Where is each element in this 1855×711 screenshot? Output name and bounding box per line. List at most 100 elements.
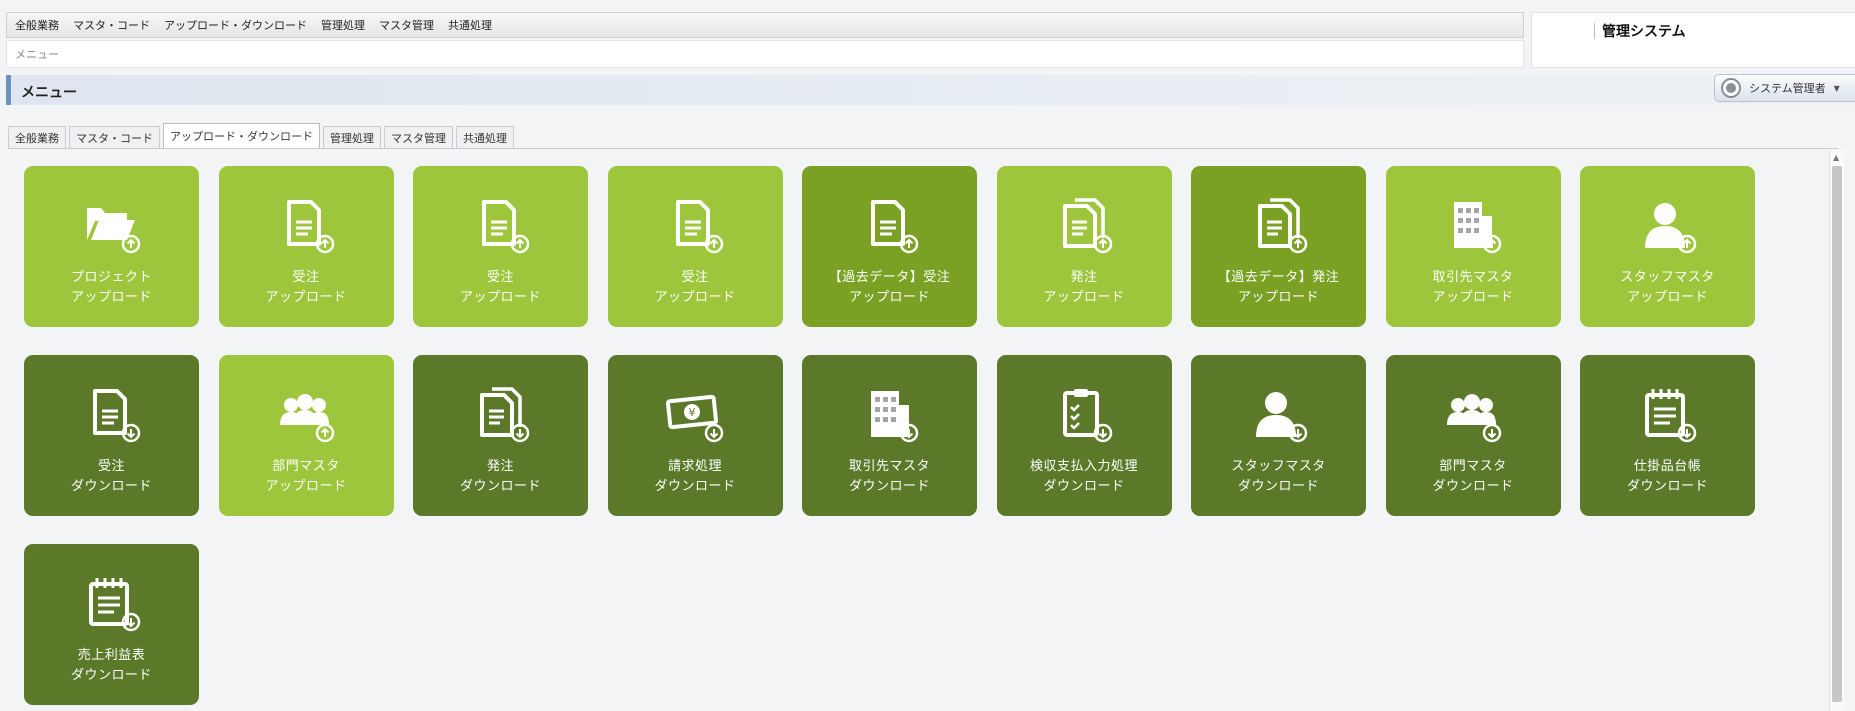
- tab-master-code[interactable]: マスタ・コード: [69, 126, 160, 148]
- svg-text:¥: ¥: [689, 406, 696, 419]
- tile-label-line1: 部門マスタ: [272, 459, 340, 474]
- tile-label: 取引先マスタ アップロード: [1386, 268, 1561, 308]
- menu-tile[interactable]: 取引先マスタ アップロード: [1385, 166, 1561, 327]
- group-upload-icon: [280, 394, 335, 443]
- tile-label: 請求処理ダウンロード: [608, 457, 783, 497]
- menu-tile[interactable]: 部門マスタ アップロード: [218, 355, 394, 516]
- tile-label-line1: 受注: [681, 270, 709, 285]
- menu-tile[interactable]: 発注 ダウンロード: [413, 355, 588, 516]
- user-name: システム管理者: [1749, 82, 1826, 95]
- menu-tile[interactable]: スタッフマスタ アップロード: [1580, 166, 1755, 327]
- menu-tile[interactable]: 受注 ダウンロード: [24, 355, 199, 516]
- tab-strip: 全般業務 マスタ・コード アップロード・ダウンロード 管理処理 マスタ管理 共通…: [8, 123, 514, 148]
- money-download-icon: ¥: [665, 394, 724, 443]
- tile-label-line2: ダウンロード: [1432, 479, 1514, 494]
- tile-label: スタッフマスタ アップロード: [1580, 268, 1755, 308]
- top-menu-general[interactable]: 全般業務: [15, 17, 59, 33]
- tile-label-line2: アップロード: [654, 290, 736, 305]
- tile-label-line2: アップロード: [70, 290, 152, 305]
- menu-tile[interactable]: スタッフマスタ ダウンロード: [1191, 355, 1366, 516]
- tile-label-line2: アップロード: [1237, 290, 1319, 305]
- breadcrumb: メニュー: [6, 40, 1524, 68]
- vertical-scrollbar[interactable]: ▲: [1829, 150, 1844, 711]
- menu-tile[interactable]: 受注 アップロード: [607, 166, 783, 327]
- tile-label-line1: 取引先マスタ: [848, 459, 930, 474]
- tile-label: スタッフマスタ ダウンロード: [1191, 457, 1366, 497]
- tile-label-line2: アップロード: [1626, 290, 1708, 305]
- page-title: メニュー: [21, 85, 77, 101]
- tile-label: 【過去データ】受注 アップロード: [802, 268, 977, 308]
- user-avatar-icon: [1721, 78, 1741, 98]
- menu-tile[interactable]: 取引先マスタ ダウンロード: [802, 355, 977, 516]
- tile-label-line1: プロジェクト: [70, 270, 152, 285]
- scrollbar-thumb[interactable]: [1832, 166, 1842, 702]
- tile-label: 仕掛品台帳ダウンロード: [1580, 457, 1755, 497]
- tile-label-line1: 発注: [1070, 270, 1098, 285]
- documents-upload-icon: [1257, 198, 1307, 254]
- top-menu-master-management[interactable]: マスタ管理: [379, 17, 434, 33]
- menu-tile[interactable]: 受注 アップロード: [413, 166, 588, 327]
- top-menu-upload-download[interactable]: アップロード・ダウンロード: [164, 17, 307, 33]
- tile-label: 部門マスタ ダウンロード: [1386, 457, 1561, 497]
- tile-label-line2: ダウンロード: [1043, 479, 1125, 494]
- document-download-icon: [92, 389, 140, 443]
- folder-upload-icon: [86, 208, 140, 254]
- top-menu-master-code[interactable]: マスタ・コード: [73, 17, 150, 33]
- document-upload-icon: [481, 200, 529, 254]
- tile-label-line1: 【過去データ】発注: [1217, 270, 1340, 285]
- menu-tile[interactable]: プロジェクト アップロード: [24, 166, 199, 327]
- tile-label-line1: 仕掛品台帳: [1633, 459, 1702, 474]
- top-menu-bar: 全般業務 マスタ・コード アップロード・ダウンロード 管理処理 マスタ管理 共通…: [6, 12, 1524, 38]
- tile-label-line2: ダウンロード: [654, 479, 736, 494]
- tile-label: 受注 アップロード: [219, 268, 394, 308]
- tile-label-line1: 発注: [486, 459, 514, 474]
- documents-download-icon: [479, 387, 529, 443]
- tile-label-line1: 請求処理: [667, 459, 722, 474]
- menu-tile[interactable]: 【過去データ】発注 アップロード: [1191, 166, 1366, 327]
- tile-label-line2: アップロード: [848, 290, 930, 305]
- notepad-download-icon: [1644, 389, 1696, 443]
- menu-tile[interactable]: 【過去データ】受注 アップロード: [802, 166, 977, 327]
- menu-tile[interactable]: 検収支払入力処理 ダウンロード: [996, 355, 1172, 516]
- tile-label: 取引先マスタ ダウンロード: [802, 457, 977, 497]
- menu-tile[interactable]: ¥ 請求処理ダウンロード: [607, 355, 783, 516]
- page-title-bar: メニュー: [6, 75, 1855, 105]
- tile-label-line1: 受注: [97, 459, 125, 474]
- document-upload-icon: [676, 200, 724, 254]
- building-download-icon: [870, 391, 918, 443]
- tile-label-line2: ダウンロード: [459, 479, 541, 494]
- menu-tile[interactable]: 仕掛品台帳ダウンロード: [1580, 355, 1755, 516]
- tile-label-line1: スタッフマスタ: [1620, 270, 1715, 285]
- menu-tile[interactable]: 売上利益表ダウンロード: [24, 544, 199, 705]
- menu-tile[interactable]: 発注 アップロード: [996, 166, 1172, 327]
- tab-management[interactable]: 管理処理: [323, 126, 381, 148]
- tile-label: 受注 アップロード: [413, 268, 588, 308]
- tile-label: 発注 アップロード: [997, 268, 1172, 308]
- tile-label-line2: ダウンロード: [70, 668, 152, 683]
- tile-label-line2: アップロード: [1432, 290, 1514, 305]
- person-upload-icon: [1644, 203, 1696, 254]
- tile-label: 発注 ダウンロード: [413, 457, 588, 497]
- user-menu-button[interactable]: システム管理者 ▼: [1714, 74, 1855, 102]
- tab-master-management[interactable]: マスタ管理: [384, 126, 453, 148]
- breadcrumb-label: メニュー: [15, 48, 59, 61]
- tile-label-line2: ダウンロード: [1237, 479, 1319, 494]
- tile-label-line2: アップロード: [265, 290, 347, 305]
- tab-upload-download[interactable]: アップロード・ダウンロード: [163, 123, 320, 148]
- top-menu-common[interactable]: 共通処理: [448, 17, 492, 33]
- menu-tile[interactable]: 受注 アップロード: [218, 166, 394, 327]
- tab-general[interactable]: 全般業務: [8, 126, 66, 148]
- menu-tile[interactable]: 部門マスタ ダウンロード: [1385, 355, 1561, 516]
- tile-label: 受注 アップロード: [608, 268, 783, 308]
- tab-common[interactable]: 共通処理: [456, 126, 514, 148]
- scroll-up-arrow-icon[interactable]: ▲: [1833, 153, 1839, 162]
- caret-down-icon: ▼: [1833, 83, 1840, 93]
- person-download-icon: [1255, 392, 1307, 443]
- tile-label-line1: 売上利益表: [77, 648, 146, 663]
- group-download-icon: [1447, 394, 1502, 443]
- tile-label: 受注 ダウンロード: [24, 457, 199, 497]
- document-upload-icon: [870, 200, 918, 254]
- tile-label-line1: 受注: [292, 270, 320, 285]
- top-menu-management[interactable]: 管理処理: [321, 17, 365, 33]
- tile-label-line2: ダウンロード: [1626, 479, 1708, 494]
